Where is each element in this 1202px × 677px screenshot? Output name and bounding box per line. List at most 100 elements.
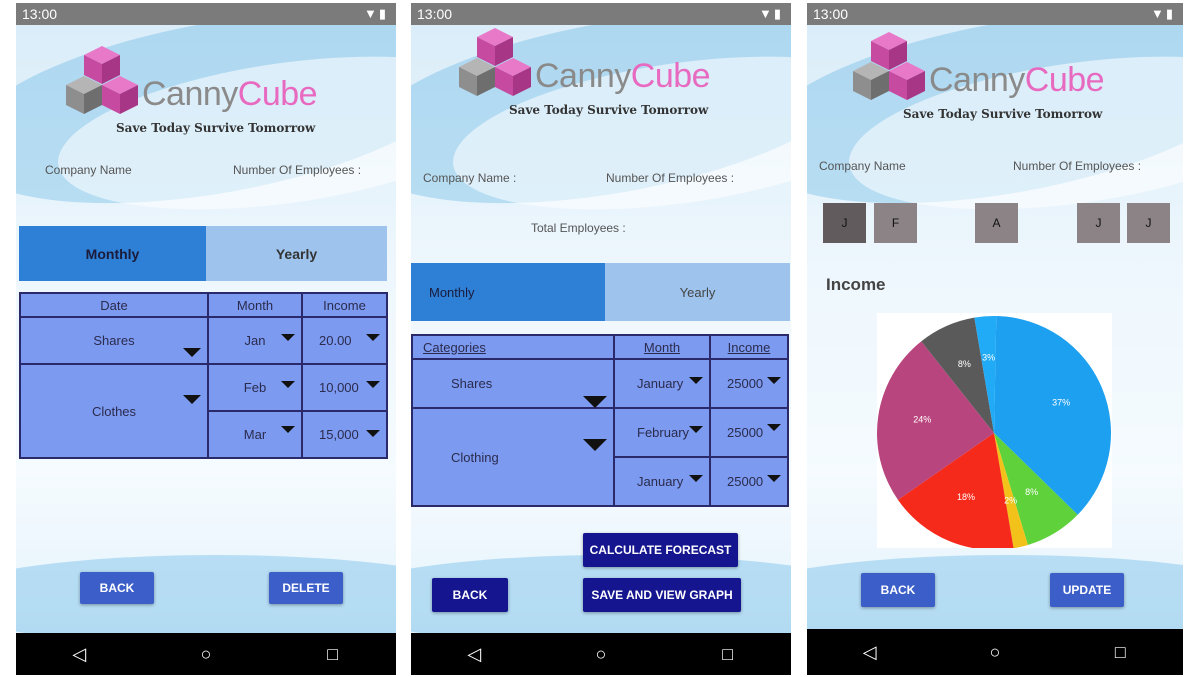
period-toggle: Monthly Yearly	[411, 263, 790, 321]
income-dropdown-3[interactable]: 25000	[709, 456, 789, 507]
month-button-j1[interactable]: J	[823, 203, 866, 243]
header-month: Month	[613, 334, 711, 360]
pie-label-5: 8%	[958, 359, 971, 369]
back-nav-icon[interactable]: ◁	[49, 644, 109, 665]
category-dropdown-clothes[interactable]: Clothes	[19, 363, 209, 459]
dropdown-arrow-icon	[281, 426, 295, 433]
income-dropdown-2[interactable]: 25000	[709, 407, 789, 458]
update-button[interactable]: UPDATE	[1050, 573, 1124, 607]
dropdown-arrow-icon	[366, 334, 380, 341]
back-button[interactable]: BACK	[432, 578, 508, 612]
status-time: 13:00	[22, 6, 58, 22]
employees-label: Number Of Employees :	[233, 163, 362, 177]
dropdown-arrow-icon	[689, 426, 703, 433]
header-date: Date	[19, 292, 209, 318]
employees-label: Number Of Employees :	[1013, 159, 1142, 173]
forecast-table: Categories Month Income Shares January 2…	[411, 334, 789, 507]
dropdown-arrow-icon	[767, 377, 781, 384]
home-nav-icon[interactable]: ○	[176, 644, 236, 665]
month-button-j2[interactable]: J	[1077, 203, 1120, 243]
dropdown-arrow-icon	[583, 439, 607, 451]
month-dropdown-2[interactable]: February	[613, 407, 711, 458]
android-nav-bar: ◁ ○ □	[411, 633, 791, 675]
income-table: Date Month Income Shares Jan 20.00 Cloth…	[19, 292, 388, 459]
pie-label-4: 24%	[913, 414, 931, 424]
header-income: Income	[709, 334, 789, 360]
income-dropdown-3[interactable]: 15,000	[301, 410, 388, 459]
month-dropdown-jan[interactable]: Jan	[207, 316, 303, 365]
tagline: Save Today Survive Tomorrow	[116, 121, 316, 135]
brand-name: CannyCube	[535, 57, 711, 95]
month-button-f[interactable]: F	[874, 203, 917, 243]
recents-nav-icon[interactable]: □	[303, 644, 363, 665]
income-dropdown-2[interactable]: 10,000	[301, 363, 388, 412]
company-name-label: Company Name :	[423, 171, 517, 185]
status-time: 13:00	[813, 6, 849, 22]
dropdown-arrow-icon	[281, 334, 295, 341]
pie-label-6: 3%	[982, 353, 995, 363]
month-button-j3[interactable]: J	[1127, 203, 1170, 243]
company-name-label: Company Name	[819, 159, 906, 173]
cube-logo-icon	[66, 46, 138, 114]
month-dropdown-feb[interactable]: Feb	[207, 363, 303, 412]
pie-label-2: 2%	[1004, 496, 1017, 506]
month-dropdown-1[interactable]: January	[613, 358, 711, 409]
employees-label: Number Of Employees :	[606, 171, 735, 185]
income-pie-chart: 37% 8% 2% 18% 24% 8% 3%	[877, 313, 1112, 548]
android-nav-bar: ◁ ○ □	[16, 633, 396, 675]
dropdown-arrow-icon	[583, 396, 607, 408]
tab-yearly[interactable]: Yearly	[605, 263, 790, 321]
recents-nav-icon[interactable]: □	[1090, 642, 1150, 663]
income-dropdown-1[interactable]: 20.00	[301, 316, 388, 365]
header-income: Income	[301, 292, 388, 318]
back-button[interactable]: BACK	[861, 573, 935, 607]
back-button[interactable]: BACK	[80, 572, 154, 604]
status-bar: 13:00 ▼▮	[807, 3, 1183, 25]
dropdown-arrow-icon	[767, 424, 781, 431]
month-button-a[interactable]: A	[975, 203, 1018, 243]
home-nav-icon[interactable]: ○	[571, 644, 631, 665]
dropdown-arrow-icon	[767, 475, 781, 482]
category-dropdown-shares[interactable]: Shares	[411, 358, 615, 409]
tab-yearly[interactable]: Yearly	[206, 226, 387, 281]
dropdown-arrow-icon	[366, 430, 380, 437]
category-dropdown-shares[interactable]: Shares	[19, 316, 209, 365]
income-dropdown-1[interactable]: 25000	[709, 358, 789, 409]
dropdown-arrow-icon	[183, 348, 201, 357]
brand-name: CannyCube	[929, 61, 1105, 99]
period-toggle: Monthly Yearly	[19, 226, 387, 281]
pie-label-0: 37%	[1052, 398, 1070, 408]
wifi-battery-icon: ▼▮	[1150, 6, 1175, 21]
back-nav-icon[interactable]: ◁	[840, 642, 900, 663]
save-and-view-graph-button[interactable]: SAVE AND VIEW GRAPH	[583, 578, 741, 612]
pie-label-1: 8%	[1025, 487, 1038, 497]
tagline: Save Today Survive Tomorrow	[903, 107, 1103, 121]
month-dropdown-mar[interactable]: Mar	[207, 410, 303, 459]
category-dropdown-clothing[interactable]: Clothing	[411, 407, 615, 507]
cube-logo-icon	[459, 28, 531, 96]
home-nav-icon[interactable]: ○	[965, 642, 1025, 663]
tab-monthly[interactable]: Monthly	[19, 226, 206, 281]
back-nav-icon[interactable]: ◁	[444, 644, 504, 665]
phone-screen-edit-monthly: 13:00 ▼▮ CannyCube Save Today Survive To…	[16, 3, 396, 675]
wifi-battery-icon: ▼▮	[758, 6, 783, 21]
cannycube-logo: CannyCube Save Today Survive Tomorrow	[64, 45, 384, 145]
calculate-forecast-button[interactable]: CALCULATE FORECAST	[583, 533, 738, 567]
dropdown-arrow-icon	[366, 381, 380, 388]
status-bar: 13:00 ▼▮	[411, 3, 791, 25]
delete-button[interactable]: DELETE	[269, 572, 343, 604]
recents-nav-icon[interactable]: □	[698, 644, 758, 665]
header-categories: Categories	[411, 334, 615, 360]
header-month: Month	[207, 292, 303, 318]
android-nav-bar: ◁ ○ □	[807, 629, 1183, 675]
phone-screen-forecast: 13:00 ▼▮ CannyCube Save Today Survive To…	[411, 3, 791, 675]
status-time: 13:00	[417, 6, 453, 22]
status-bar: 13:00 ▼▮	[16, 3, 396, 25]
dropdown-arrow-icon	[689, 475, 703, 482]
total-employees-label: Total Employees :	[531, 221, 626, 235]
month-dropdown-3[interactable]: January	[613, 456, 711, 507]
brand-name: CannyCube	[142, 75, 318, 113]
phone-screen-income-graph: 13:00 ▼▮ CannyCube Save Today Survive To…	[807, 3, 1183, 675]
dropdown-arrow-icon	[183, 395, 201, 404]
tab-monthly[interactable]: Monthly	[411, 263, 605, 321]
